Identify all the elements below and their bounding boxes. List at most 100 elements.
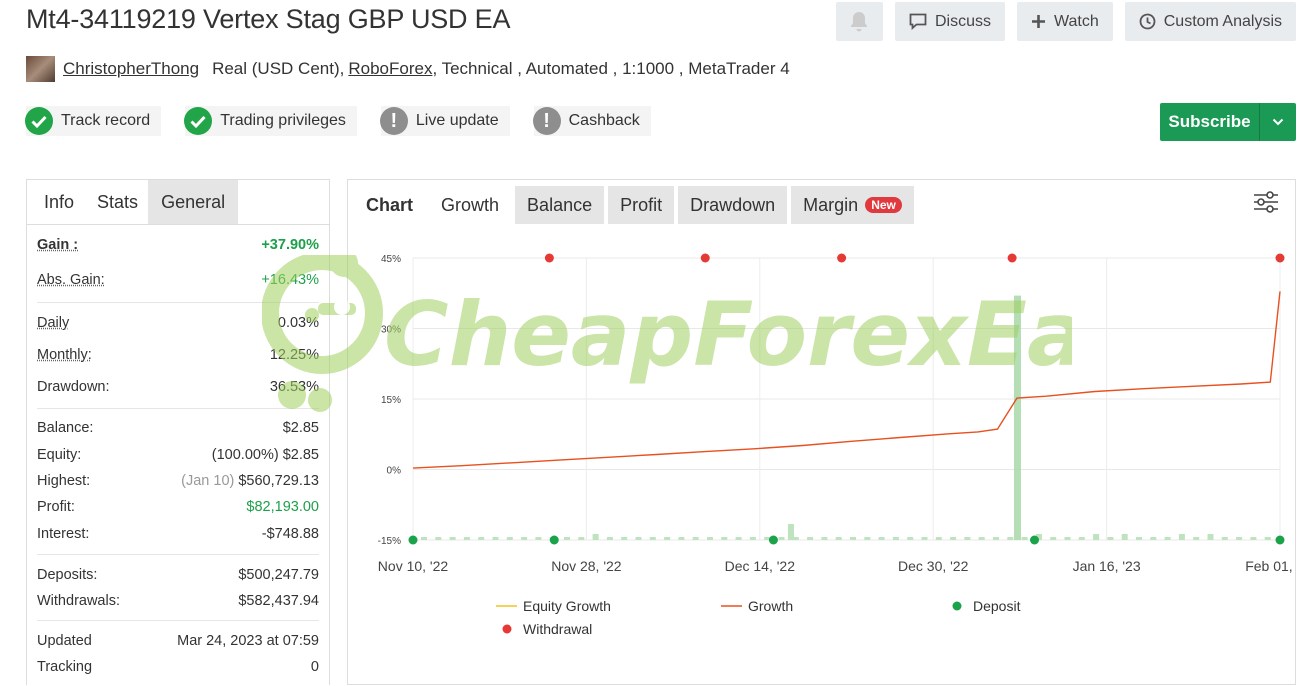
top-actions: Discuss Watch Custom Analysis: [835, 2, 1296, 41]
subscribe-button[interactable]: Subscribe: [1160, 103, 1296, 141]
volume-bar: [1264, 537, 1271, 540]
tab-info[interactable]: Info: [27, 180, 87, 224]
deposit-marker: [408, 535, 418, 545]
legend-swatch: [952, 601, 962, 611]
volume-bar: [1093, 534, 1100, 540]
legend-label: Withdrawal: [523, 621, 592, 637]
volume-bar: [964, 537, 971, 540]
volume-bar: [892, 537, 899, 540]
updated-value: Mar 24, 2023 at 07:59: [177, 633, 319, 649]
volume-bar: [1107, 537, 1114, 540]
volume-bar: [1050, 537, 1057, 540]
badge-cashback[interactable]: ! Cashback: [532, 106, 651, 136]
abs-gain-value: +16.43%: [261, 272, 319, 288]
volume-bar: [978, 537, 985, 540]
volume-bar: [1013, 295, 1021, 540]
volume-bar: [649, 537, 656, 540]
tab-general[interactable]: General: [148, 180, 239, 224]
custom-analysis-button[interactable]: Custom Analysis: [1124, 2, 1296, 41]
x-tick-label: Dec 30, '22: [898, 558, 969, 574]
highest-label: Highest:: [37, 473, 91, 489]
tab-stats[interactable]: Stats: [87, 180, 149, 224]
volume-bar: [907, 537, 914, 540]
volume-bar: [1064, 537, 1071, 540]
volume-bar: [921, 537, 928, 540]
account-info: ChristopherThong Real (USD Cent), RoboFo…: [26, 56, 790, 82]
volume-bar: [850, 537, 856, 540]
volume-bar: [1207, 534, 1214, 540]
withdrawals-value: $582,437.94: [238, 593, 319, 609]
volume-bar: [1178, 534, 1185, 540]
badge-label: Cashback: [568, 112, 640, 129]
badge-live-update[interactable]: ! Live update: [379, 106, 510, 136]
volume-bar: [521, 537, 528, 540]
avatar[interactable]: [26, 56, 55, 82]
broker-link[interactable]: RoboForex: [348, 59, 432, 79]
discuss-label: Discuss: [934, 12, 991, 30]
volume-bar: [835, 537, 842, 540]
custom-analysis-label: Custom Analysis: [1163, 12, 1282, 30]
volume-bar: [606, 537, 613, 540]
withdrawals-label: Withdrawals:: [37, 593, 120, 609]
volume-bar: [621, 537, 628, 540]
badge-label: Track record: [61, 112, 151, 129]
volume-bar: [1021, 537, 1028, 540]
deposits-label: Deposits:: [37, 567, 98, 583]
account-details: , Technical , Automated , 1:1000 , MetaT…: [432, 59, 790, 78]
page-title: Mt4-34119219 Vertex Stag GBP USD EA: [26, 4, 511, 34]
updated-label: Updated: [37, 633, 92, 649]
y-tick-label: 0%: [387, 466, 402, 477]
volume-bar: [993, 537, 999, 540]
volume-bar: [1078, 537, 1085, 540]
legend-label: Deposit: [973, 598, 1021, 614]
drawdown-label: Drawdown:: [37, 379, 110, 395]
volume-bar: [935, 537, 942, 540]
exclamation-icon: !: [532, 107, 561, 135]
equity-value: (100.00%) $2.85: [211, 447, 319, 463]
volume-bar: [1164, 537, 1171, 540]
y-tick-label: 45%: [381, 254, 401, 265]
equity-label: Equity:: [37, 447, 82, 463]
bell-icon: [851, 11, 868, 32]
discuss-button[interactable]: Discuss: [894, 2, 1005, 41]
badge-trading-privileges[interactable]: Trading privileges: [184, 106, 357, 136]
volume-bar: [463, 537, 470, 540]
profit-label: Profit:: [37, 499, 75, 515]
volume-bar: [864, 537, 871, 540]
daily-label: Daily: [37, 315, 70, 331]
watch-label: Watch: [1053, 12, 1099, 30]
volume-bar: [592, 534, 599, 540]
y-tick-label: -15%: [378, 536, 401, 547]
volume-bar: [1121, 534, 1128, 540]
notify-button[interactable]: [835, 2, 883, 41]
volume-bar: [564, 537, 570, 540]
volume-bar: [1136, 537, 1142, 540]
x-tick-label: Jan 16, '23: [1073, 558, 1141, 574]
volume-bar: [1250, 537, 1257, 540]
deposit-marker: [1030, 535, 1040, 545]
gain-value: +37.90%: [261, 237, 319, 253]
balance-value: $2.85: [282, 420, 319, 436]
owner-link[interactable]: ChristopherThong: [63, 59, 199, 79]
volume-bar: [1150, 537, 1157, 540]
badge-track-record[interactable]: Track record: [25, 106, 162, 136]
growth-line: [412, 291, 1281, 469]
volume-bar: [735, 537, 742, 540]
volume-bar: [692, 537, 699, 540]
volume-bar: [807, 537, 814, 540]
account-type: Real (USD Cent),: [212, 59, 345, 78]
watch-button[interactable]: Watch: [1016, 2, 1113, 41]
plus-icon: [1031, 15, 1045, 28]
deposit-marker: [1275, 535, 1285, 545]
withdrawal-marker: [544, 253, 554, 263]
volume-bar: [664, 537, 671, 540]
volume-bar: [1193, 537, 1200, 540]
volume-bar: [1236, 537, 1243, 540]
withdrawal-marker: [700, 253, 710, 263]
interest-label: Interest:: [37, 526, 90, 542]
drawdown-value: 36.53%: [269, 379, 319, 395]
volume-bar: [878, 537, 885, 540]
check-icon: [184, 107, 213, 135]
badge-label: Live update: [415, 112, 499, 129]
chevron-down-icon[interactable]: [1259, 103, 1296, 141]
